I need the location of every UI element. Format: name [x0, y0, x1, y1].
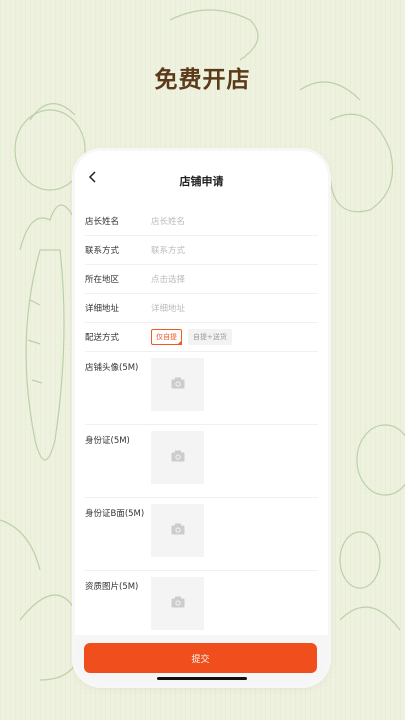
owner-name-label: 店长姓名 [85, 217, 120, 227]
delivery-option-pickup-only[interactable]: 仅自提 [151, 329, 182, 345]
nav-bar: 店铺申请 [75, 151, 328, 207]
footer-bar: 提交 [75, 635, 328, 685]
address-input[interactable]: 详细地址 [151, 302, 185, 314]
image-upload-box[interactable] [151, 577, 204, 630]
camera-icon [171, 596, 185, 611]
camera-icon [171, 377, 185, 392]
upload-label: 店铺头像(5M) [85, 363, 139, 373]
upload-row-id-card: 身份证(5M) [85, 425, 318, 498]
upload-row-store-avatar: 店铺头像(5M) [85, 352, 318, 425]
upload-label: 身份证(5M) [85, 436, 130, 446]
image-upload-box[interactable] [151, 358, 204, 411]
delivery-row: 配送方式 仅自提 自提+送货 [85, 323, 318, 352]
chevron-left-icon[interactable] [83, 167, 103, 187]
contact-label: 联系方式 [85, 246, 120, 256]
region-row[interactable]: 所在地区 点击选择 [85, 265, 318, 294]
submit-button[interactable]: 提交 [84, 643, 317, 673]
page-title: 店铺申请 [179, 175, 224, 188]
region-label: 所在地区 [85, 275, 120, 285]
upload-row-qualification: 资质图片(5M) [85, 571, 318, 644]
address-label: 详细地址 [85, 304, 120, 314]
store-application-form: 店长姓名 店长姓名 联系方式 联系方式 所在地区 点击选择 详细地址 详细地址 … [75, 207, 328, 644]
address-row[interactable]: 详细地址 详细地址 [85, 294, 318, 323]
owner-name-row[interactable]: 店长姓名 店长姓名 [85, 207, 318, 236]
delivery-label: 配送方式 [85, 333, 120, 343]
contact-input[interactable]: 联系方式 [151, 244, 185, 256]
region-select[interactable]: 点击选择 [151, 273, 185, 285]
delivery-option-pickup-and-delivery[interactable]: 自提+送货 [188, 329, 232, 345]
image-upload-box[interactable] [151, 431, 204, 484]
upload-label: 身份证B面(5M) [85, 509, 145, 519]
contact-row[interactable]: 联系方式 联系方式 [85, 236, 318, 265]
upload-row-id-card-back: 身份证B面(5M) [85, 498, 318, 571]
camera-icon [171, 450, 185, 465]
camera-icon [171, 523, 185, 538]
upload-label: 资质图片(5M) [85, 582, 139, 592]
page-headline: 免费开店 [154, 67, 251, 93]
home-indicator [157, 677, 247, 680]
phone-mockup: 店铺申请 店长姓名 店长姓名 联系方式 联系方式 所在地区 点击选择 详细地址 … [75, 151, 328, 685]
owner-name-input[interactable]: 店长姓名 [151, 215, 185, 227]
image-upload-box[interactable] [151, 504, 204, 557]
